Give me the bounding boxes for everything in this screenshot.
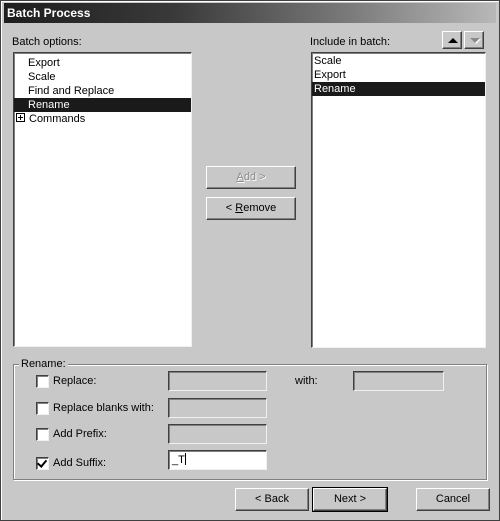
replace-blanks-label: Replace blanks with: [53,402,154,414]
remove-button[interactable]: < Remove [206,197,296,220]
batch-option-rename[interactable]: Rename [14,98,191,112]
batch-process-dialog: Batch Process Batch options: Export Scal… [0,0,500,521]
expand-plus-icon[interactable] [16,113,25,122]
next-button[interactable]: Next > [312,487,388,512]
list-item-label: Rename [314,83,356,95]
add-suffix-value: _T [172,454,185,466]
batch-option-scale[interactable]: Scale [14,70,191,84]
remove-prefix: < [225,202,236,214]
included-item-rename[interactable]: Rename [312,82,485,96]
back-button[interactable]: < Back [235,488,309,511]
add-suffix-label: Add Suffix: [53,457,106,469]
remove-accelerator: R [235,202,244,214]
list-item-label: Commands [29,113,86,125]
cancel-label: Cancel [435,493,471,505]
checkmark-icon [36,457,48,468]
list-item-label: Export [314,69,346,81]
rename-group-label: Rename: [19,358,68,370]
remove-label: emove [243,202,277,214]
add-accelerator: A [236,171,244,183]
add-prefix-label: Add Prefix: [53,428,107,440]
window-title: Batch Process [7,6,91,20]
included-item-scale[interactable]: Scale [312,54,485,68]
triangle-down-icon [470,38,480,43]
with-label: with: [295,375,318,387]
back-label: < Back [255,493,289,505]
replace-blanks-input[interactable] [168,398,267,418]
list-item-label: Rename [28,99,70,111]
move-down-button[interactable] [464,31,484,49]
add-suffix-checkbox[interactable] [36,457,49,470]
include-in-batch-list[interactable]: Scale Export Rename [311,52,486,348]
rename-group: Rename: Replace: with: Replace blanks wi… [13,358,487,480]
title-bar: Batch Process [4,3,496,23]
list-item-label: Scale [28,71,56,83]
with-input[interactable] [353,371,444,391]
replace-checkbox[interactable] [36,375,49,388]
replace-input[interactable] [168,371,267,391]
triangle-up-icon [448,38,458,43]
batch-option-commands[interactable]: Commands [14,112,191,126]
add-suffix-input[interactable]: _T [168,450,267,470]
include-in-batch-label: Include in batch: [310,36,391,48]
replace-label: Replace: [53,375,97,387]
batch-option-export[interactable]: Export [14,56,191,70]
next-label: Next > [333,493,367,505]
add-prefix-checkbox[interactable] [36,428,49,441]
add-prefix-input[interactable] [168,424,267,444]
move-up-button[interactable] [442,31,462,49]
list-item-label: Find and Replace [28,85,115,97]
replace-blanks-checkbox[interactable] [36,402,49,415]
add-label: dd > [243,171,266,183]
text-caret [184,453,186,465]
batch-options-list[interactable]: Export Scale Find and Replace Rename Com… [13,52,192,347]
batch-option-find-and-replace[interactable]: Find and Replace [14,84,191,98]
included-item-export[interactable]: Export [312,68,485,82]
batch-options-label: Batch options: [12,36,82,48]
list-item-label: Export [28,57,60,69]
cancel-button[interactable]: Cancel [416,488,490,511]
list-item-label: Scale [314,55,342,67]
add-button[interactable]: Add > [206,166,296,189]
